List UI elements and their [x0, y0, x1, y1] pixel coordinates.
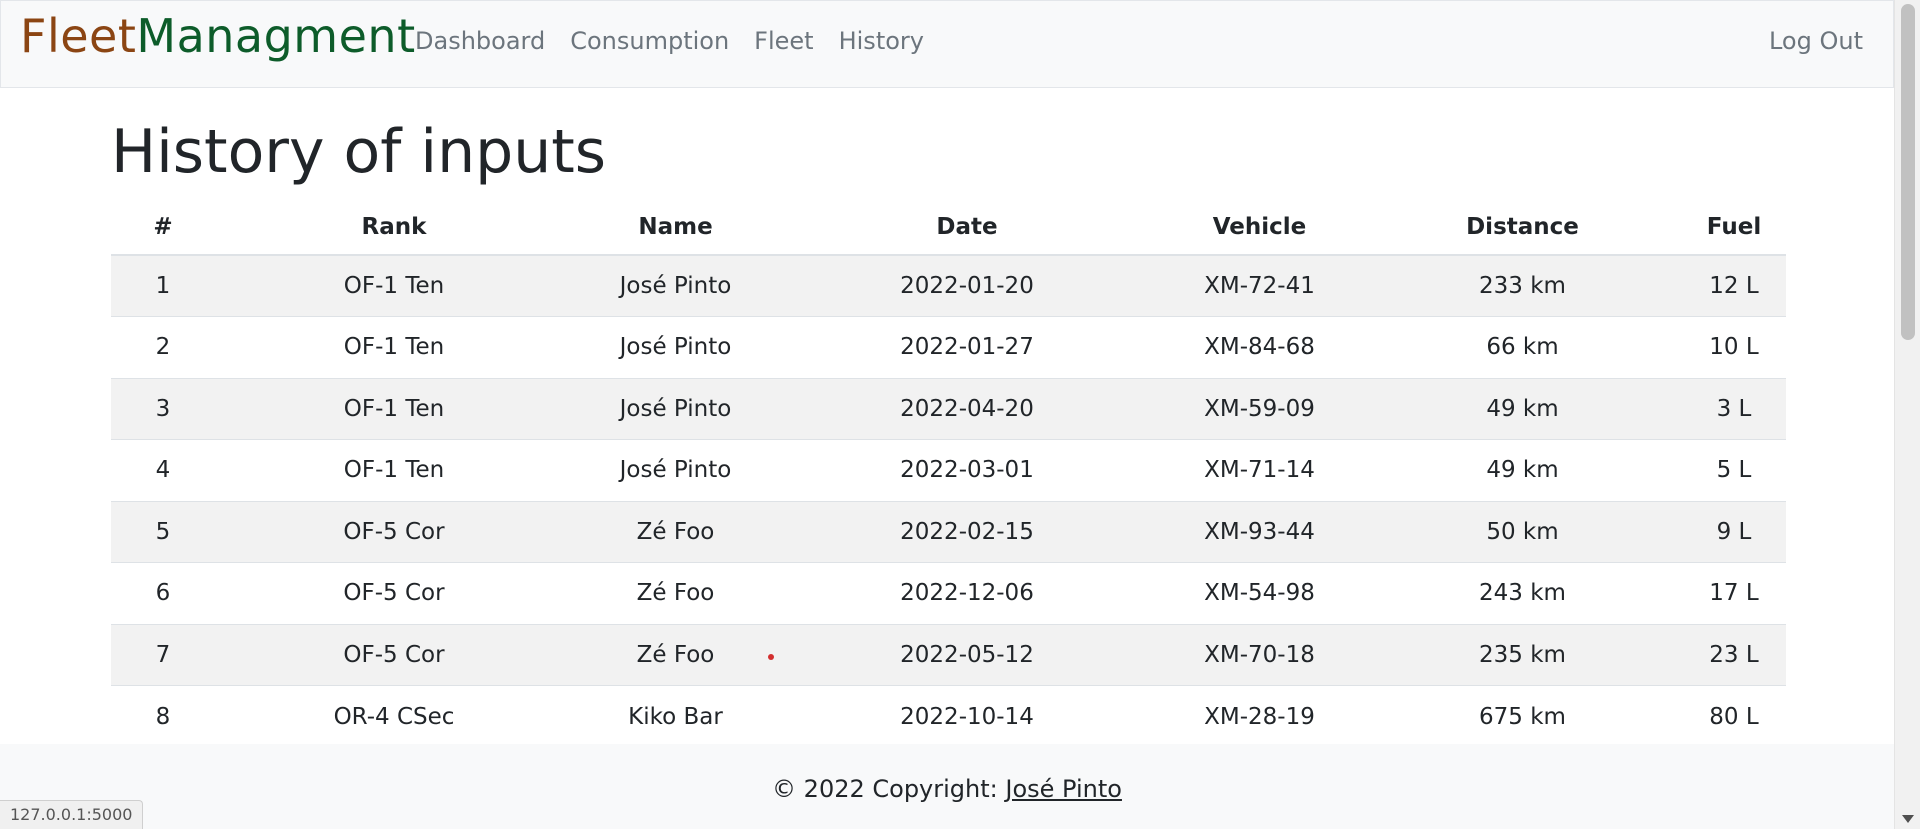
cell-date: 2022-01-20	[778, 254, 1156, 317]
cell-index: 6	[111, 562, 215, 624]
table-row: 6 OF-5 Cor Zé Foo 2022-12-06 XM-54-98 24…	[111, 562, 1786, 624]
cell-name: José Pinto	[573, 377, 778, 440]
cell-fuel: 5 L	[1682, 439, 1786, 501]
cell-vehicle: XM-28-19	[1156, 685, 1363, 747]
status-bar-url: 127.0.0.1:5000	[0, 800, 144, 829]
brand-part2: Managment	[136, 9, 416, 63]
cell-fuel: 17 L	[1682, 562, 1786, 624]
table-row: 4 OF-1 Ten José Pinto 2022-03-01 XM-71-1…	[111, 439, 1786, 501]
cell-distance: 50 km	[1363, 500, 1682, 563]
table-row: 5 OF-5 Cor Zé Foo 2022-02-15 XM-93-44 50…	[111, 500, 1786, 563]
cell-vehicle: XM-71-14	[1156, 439, 1363, 501]
cell-name: José Pinto	[573, 254, 778, 317]
table-row: 1 OF-1 Ten José Pinto 2022-01-20 XM-72-4…	[111, 254, 1786, 317]
main-content: History of inputs # Rank Name Date Vehic…	[111, 88, 1786, 747]
cell-name: Zé Foo	[573, 562, 778, 624]
cell-index: 2	[111, 316, 215, 378]
history-table: # Rank Name Date Vehicle Distance Fuel 1…	[111, 200, 1786, 747]
cell-date: 2022-12-06	[778, 562, 1156, 624]
cell-rank: OF-1 Ten	[215, 254, 573, 317]
footer-author-link[interactable]: José Pinto	[1005, 775, 1122, 803]
cell-date: 2022-04-20	[778, 377, 1156, 440]
cell-distance: 49 km	[1363, 439, 1682, 501]
header-name: Name	[573, 200, 778, 256]
nav-fleet[interactable]: Fleet	[754, 25, 813, 57]
cell-name: Zé Foo	[573, 623, 778, 686]
cell-index: 4	[111, 439, 215, 501]
footer: © 2022 Copyright: José Pinto	[0, 744, 1894, 829]
footer-text: © 2022 Copyright:	[772, 775, 1006, 803]
cell-name: José Pinto	[573, 316, 778, 378]
cell-distance: 243 km	[1363, 562, 1682, 624]
cell-index: 1	[111, 254, 215, 317]
cell-vehicle: XM-93-44	[1156, 500, 1363, 563]
cell-date: 2022-01-27	[778, 316, 1156, 378]
table-row: 3 OF-1 Ten José Pinto 2022-04-20 XM-59-0…	[111, 377, 1786, 440]
cell-vehicle: XM-70-18	[1156, 623, 1363, 686]
scroll-down-arrow-icon[interactable]	[1902, 815, 1914, 823]
header-fuel: Fuel	[1682, 200, 1786, 256]
brand-link[interactable]: FleetManagment	[20, 9, 416, 63]
cell-fuel: 10 L	[1682, 316, 1786, 378]
cell-rank: OF-5 Cor	[215, 500, 573, 563]
header-rank: Rank	[215, 200, 573, 256]
cell-rank: OF-1 Ten	[215, 377, 573, 440]
navbar: FleetManagment Dashboard Consumption Fle…	[0, 0, 1894, 88]
cell-date: 2022-02-15	[778, 500, 1156, 563]
cell-distance: 233 km	[1363, 254, 1682, 317]
cell-vehicle: XM-84-68	[1156, 316, 1363, 378]
cell-fuel: 80 L	[1682, 685, 1786, 747]
cell-distance: 675 km	[1363, 685, 1682, 747]
cell-distance: 235 km	[1363, 623, 1682, 686]
cell-rank: OF-1 Ten	[215, 316, 573, 378]
cell-index: 7	[111, 623, 215, 686]
nav-dashboard[interactable]: Dashboard	[415, 25, 545, 57]
header-index: #	[111, 200, 215, 256]
cell-date: 2022-03-01	[778, 439, 1156, 501]
table-header-row: # Rank Name Date Vehicle Distance Fuel	[111, 200, 1786, 256]
cell-index: 3	[111, 377, 215, 440]
cursor-dot	[768, 654, 774, 660]
table-row: 2 OF-1 Ten José Pinto 2022-01-27 XM-84-6…	[111, 316, 1786, 378]
cell-name: Zé Foo	[573, 500, 778, 563]
brand-part1: Fleet	[20, 9, 137, 63]
cell-rank: OF-5 Cor	[215, 562, 573, 624]
cell-name: José Pinto	[573, 439, 778, 501]
nav-history[interactable]: History	[839, 25, 924, 57]
table-row: 8 OR-4 CSec Kiko Bar 2022-10-14 XM-28-19…	[111, 685, 1786, 747]
cell-distance: 66 km	[1363, 316, 1682, 378]
cell-name: Kiko Bar	[573, 685, 778, 747]
cell-fuel: 12 L	[1682, 254, 1786, 317]
cell-index: 8	[111, 685, 215, 747]
vertical-scrollbar[interactable]	[1894, 0, 1920, 829]
header-distance: Distance	[1363, 200, 1682, 256]
cell-fuel: 3 L	[1682, 377, 1786, 440]
cell-date: 2022-05-12	[778, 623, 1156, 686]
cell-date: 2022-10-14	[778, 685, 1156, 747]
cell-vehicle: XM-54-98	[1156, 562, 1363, 624]
cell-distance: 49 km	[1363, 377, 1682, 440]
cell-fuel: 23 L	[1682, 623, 1786, 686]
scrollbar-thumb[interactable]	[1901, 4, 1915, 340]
cell-index: 5	[111, 500, 215, 563]
cell-rank: OR-4 CSec	[215, 685, 573, 747]
nav-consumption[interactable]: Consumption	[570, 25, 729, 57]
logout-link[interactable]: Log Out	[1769, 25, 1863, 57]
page-title: History of inputs	[111, 117, 607, 187]
header-vehicle: Vehicle	[1156, 200, 1363, 256]
header-date: Date	[778, 200, 1156, 256]
cell-rank: OF-1 Ten	[215, 439, 573, 501]
main-nav: Dashboard Consumption Fleet History	[415, 25, 949, 57]
cell-vehicle: XM-72-41	[1156, 254, 1363, 317]
cell-fuel: 9 L	[1682, 500, 1786, 563]
cell-vehicle: XM-59-09	[1156, 377, 1363, 440]
table-row: 7 OF-5 Cor Zé Foo 2022-05-12 XM-70-18 23…	[111, 623, 1786, 686]
cell-rank: OF-5 Cor	[215, 623, 573, 686]
